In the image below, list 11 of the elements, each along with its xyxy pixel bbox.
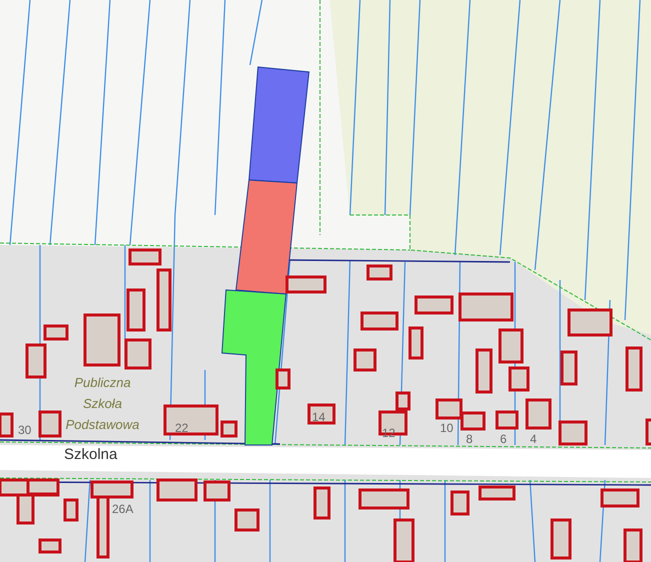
house-number: 4 (530, 431, 537, 447)
house-number: 12 (382, 425, 396, 441)
house-number: 14 (312, 409, 326, 425)
house-number: 26A (112, 501, 134, 517)
house-number: 6 (500, 431, 507, 447)
house-number: 8 (466, 431, 473, 447)
house-number: 10 (440, 420, 454, 436)
street-label: Szkolna (64, 445, 118, 465)
house-number: 30 (18, 422, 32, 438)
house-number: 22 (175, 420, 188, 436)
school-label: Publiczna Szkoła Podstawowa (64, 374, 140, 434)
